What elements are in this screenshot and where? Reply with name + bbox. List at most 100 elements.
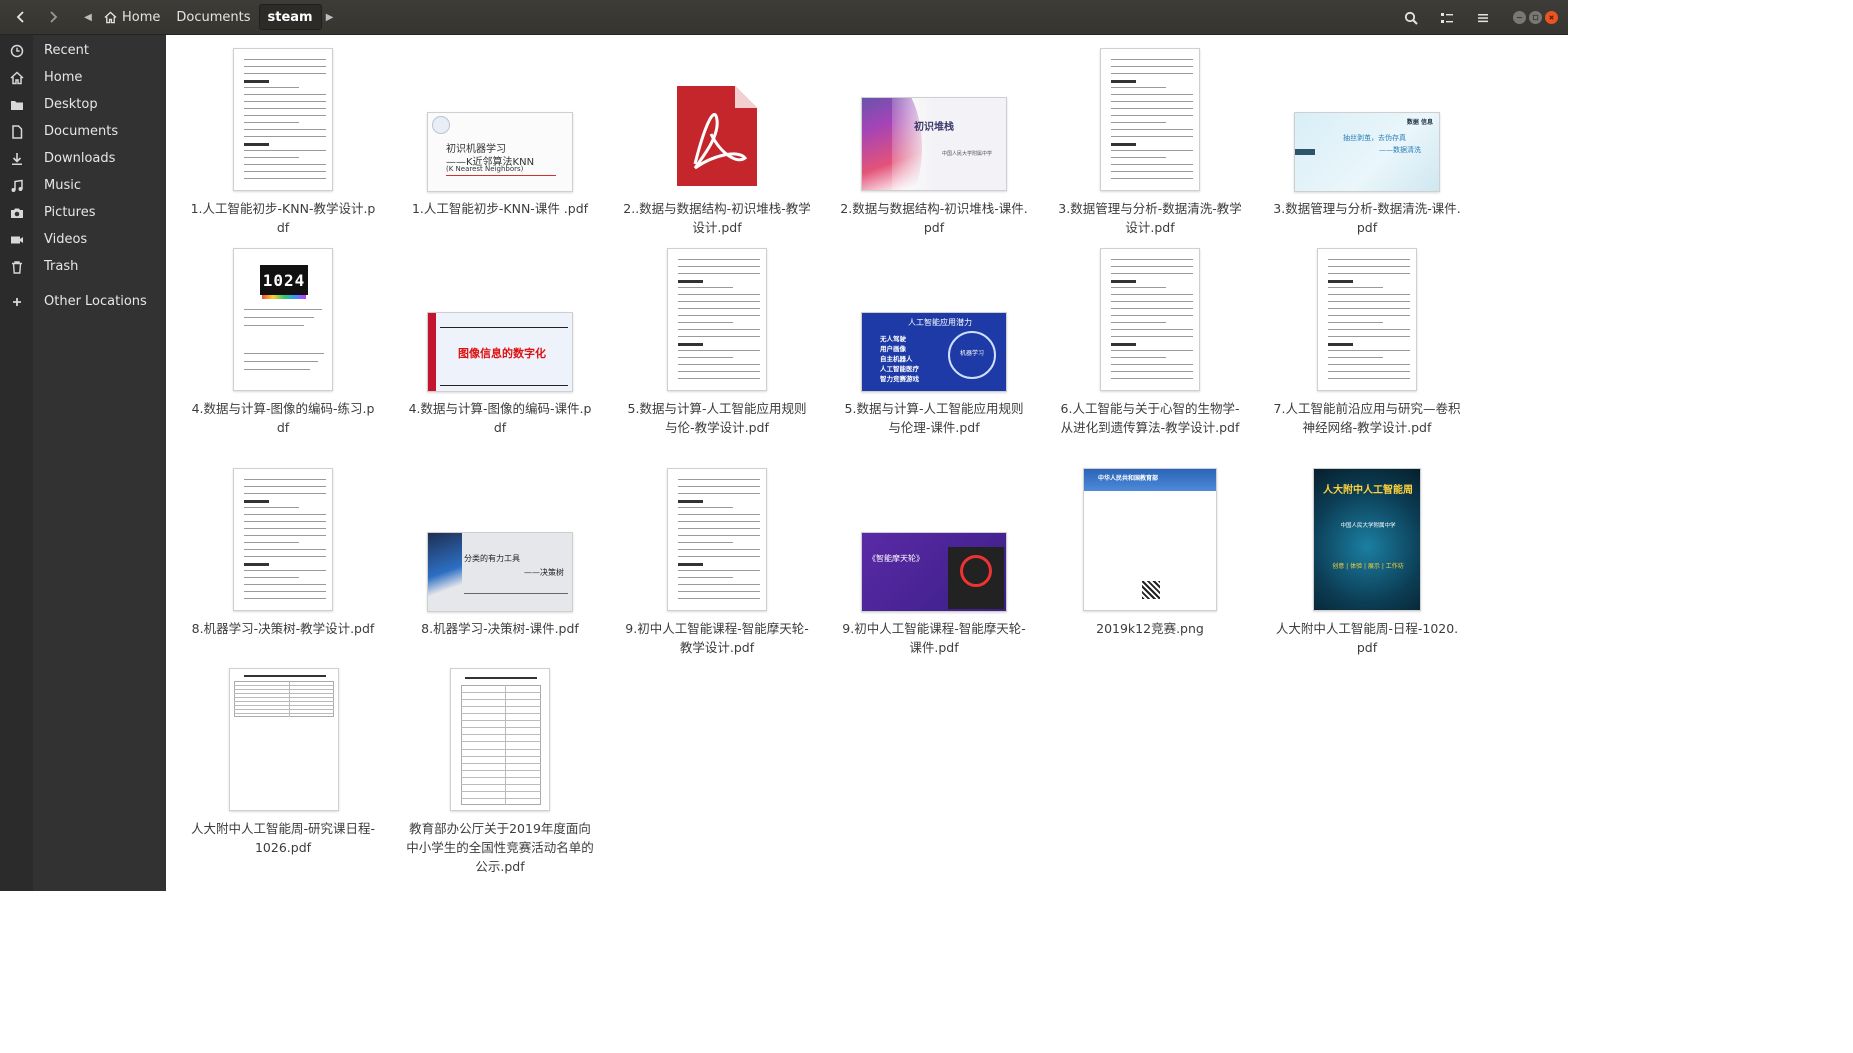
menu-button[interactable] [1469, 5, 1497, 31]
file-item[interactable]: 人大附中人工智能周 中国人民大学附属中学 创意 | 体验 | 展示 | 工作坊 人大附… [1267, 467, 1467, 657]
file-item[interactable]: 《智能摩天轮》 9.初中人工智能课程-智能摩天轮-课件.pdf [834, 467, 1034, 657]
home-icon [0, 70, 33, 85]
file-item[interactable]: 人大附中人工智能周-研究课日程-1026.pdf [183, 667, 383, 857]
file-name: 7.人工智能前沿应用与研究—卷积神经网络-教学设计.pdf [1273, 401, 1461, 435]
pdf-page-thumbnail [1100, 248, 1200, 391]
qr-code-image [1142, 581, 1160, 599]
breadcrumb-home[interactable]: Home [96, 4, 168, 30]
file-item[interactable]: 6.人工智能与关于心智的生物学-从进化到遗传算法-教学设计.pdf [1050, 247, 1250, 437]
home-icon [104, 11, 117, 24]
sidebar-item-label: Pictures [44, 205, 96, 220]
pdf-file-icon [675, 84, 759, 188]
file-item[interactable]: 2..数据与数据结构-初识堆栈-教学设计.pdf [617, 47, 817, 237]
breadcrumb-documents[interactable]: Documents [168, 4, 258, 30]
breadcrumb: ◀ Home Documents steam ▶ [80, 4, 338, 30]
search-icon [1404, 11, 1418, 25]
file-thumbnail: 中华人民共和国教育部 [1050, 467, 1250, 613]
breadcrumb-home-label: Home [122, 9, 161, 25]
header-bar: ◀ Home Documents steam ▶ [0, 0, 1568, 35]
video-icon [0, 233, 33, 247]
clock-icon [0, 44, 33, 58]
slide-thumbnail: 初识机器学习 ——K近邻算法KNN (K Nearest Neighbors) [427, 112, 573, 192]
slide-item: 用户画像 [880, 345, 906, 353]
file-item[interactable]: 人工智能应用潜力 无人驾驶 用户画像 自主机器人 人工智能医疗 智力竞赛游戏 机器学习 5.数… [834, 247, 1034, 437]
breadcrumb-scroll-right-icon[interactable]: ▶ [322, 4, 338, 30]
file-name: 5.数据与计算-人工智能应用规则与伦-教学设计.pdf [627, 401, 807, 435]
file-thumbnail: 初识机器学习 ——K近邻算法KNN (K Nearest Neighbors) [400, 47, 600, 193]
file-thumbnail [1267, 247, 1467, 393]
file-item[interactable]: 分类的有力工具 ——决策树 8.机器学习-决策树-课件.pdf [400, 467, 600, 638]
forward-button[interactable] [40, 4, 66, 30]
minimize-button[interactable] [1513, 11, 1526, 24]
sidebar-item-trash[interactable]: Trash [0, 253, 166, 280]
sidebar-item-pictures[interactable]: Pictures [0, 199, 166, 226]
file-name: 8.机器学习-决策树-教学设计.pdf [191, 621, 375, 636]
pdf-page-thumbnail [233, 48, 333, 191]
plus-icon [0, 295, 33, 309]
maximize-button[interactable] [1529, 11, 1542, 24]
slide-center: 机器学习 [960, 350, 985, 357]
file-item[interactable]: 3.数据管理与分析-数据清洗-教学设计.pdf [1050, 47, 1250, 237]
file-thumbnail [1050, 47, 1250, 193]
code-1024-image: 1024 [260, 265, 308, 295]
breadcrumb-steam[interactable]: steam [258, 4, 322, 30]
png-thumbnail: 中华人民共和国教育部 [1083, 468, 1217, 611]
file-thumbnail: 人大附中人工智能周 中国人民大学附属中学 创意 | 体验 | 展示 | 工作坊 [1267, 467, 1467, 613]
sidebar-item-videos[interactable]: Videos [0, 226, 166, 253]
slide-org: 中国人民大学附属中学 [942, 151, 993, 157]
file-thumbnail: 分类的有力工具 ——决策树 [400, 467, 600, 613]
file-item[interactable]: 图像信息的数字化 4.数据与计算-图像的编码-课件.pdf [400, 247, 600, 437]
download-icon [0, 152, 33, 166]
sidebar-item-recent[interactable]: Recent [0, 37, 166, 64]
slide-subtitle: ——决策树 [524, 568, 564, 577]
file-item[interactable]: 8.机器学习-决策树-教学设计.pdf [183, 467, 383, 638]
slide-title: 《智能摩天轮》 [868, 554, 924, 563]
file-thumbnail [617, 247, 817, 393]
file-item[interactable]: 1.人工智能初步-KNN-教学设计.pdf [183, 47, 383, 237]
file-item[interactable]: 7.人工智能前沿应用与研究—卷积神经网络-教学设计.pdf [1267, 247, 1467, 437]
file-name: 9.初中人工智能课程-智能摩天轮-教学设计.pdf [625, 621, 809, 655]
file-item[interactable]: 教育部办公厅关于2019年度面向中小学生的全国性竞赛活动名单的公示.pdf [400, 667, 600, 876]
sidebar-item-documents[interactable]: Documents [0, 118, 166, 145]
back-button[interactable] [8, 4, 34, 30]
search-button[interactable] [1397, 5, 1425, 31]
view-list-button[interactable] [1433, 5, 1461, 31]
sidebar-item-desktop[interactable]: Desktop [0, 91, 166, 118]
pdf-page-thumbnail [229, 668, 339, 811]
sidebar-item-label: Recent [44, 43, 89, 58]
pdf-page-thumbnail [667, 468, 767, 611]
file-thumbnail: 《智能摩天轮》 [834, 467, 1034, 613]
maximize-icon [1532, 14, 1539, 21]
sidebar-item-label: Downloads [44, 151, 116, 166]
pdf-page-thumbnail: 1024 [233, 248, 333, 391]
sidebar-item-other-locations[interactable]: Other Locations [0, 288, 166, 315]
file-item[interactable]: 初识机器学习 ——K近邻算法KNN (K Nearest Neighbors) 1.人… [400, 47, 600, 218]
poster-title: 人大附中人工智能周 [1323, 485, 1413, 496]
sidebar: Recent Home Desktop Documents Downloads Music… [0, 35, 166, 891]
sidebar-item-music[interactable]: Music [0, 172, 166, 199]
close-button[interactable] [1545, 11, 1558, 24]
file-name: 3.数据管理与分析-数据清洗-教学设计.pdf [1058, 201, 1242, 235]
file-item[interactable]: 中华人民共和国教育部 2019k12竞赛.png [1050, 467, 1250, 638]
sidebar-item-home[interactable]: Home [0, 64, 166, 91]
pdf-page-thumbnail [1100, 48, 1200, 191]
file-thumbnail [183, 47, 383, 193]
sidebar-item-downloads[interactable]: Downloads [0, 145, 166, 172]
file-item[interactable]: 数据 信息 抽丝剥茧，去伪存真 ——数据清洗 3.数据管理与分析-数据清洗-课件.pd… [1267, 47, 1467, 237]
breadcrumb-scroll-left-icon[interactable]: ◀ [80, 4, 96, 30]
slide-thumbnail: 《智能摩天轮》 [861, 532, 1007, 612]
file-thumbnail: 数据 信息 抽丝剥茧，去伪存真 ——数据清洗 [1267, 47, 1467, 193]
hamburger-icon [1478, 13, 1488, 22]
file-item[interactable]: 初识堆栈 中国人民大学附属中学 2.数据与数据结构-初识堆栈-课件.pdf [834, 47, 1034, 237]
file-item[interactable]: 5.数据与计算-人工智能应用规则与伦-教学设计.pdf [617, 247, 817, 437]
file-name: 4.数据与计算-图像的编码-练习.pdf [191, 401, 375, 435]
file-thumbnail: 1024 [183, 247, 383, 393]
slide-line: 抽丝剥茧，去伪存真 [1343, 134, 1406, 142]
slide-thumbnail: 数据 信息 抽丝剥茧，去伪存真 ——数据清洗 [1294, 112, 1440, 192]
file-item[interactable]: 9.初中人工智能课程-智能摩天轮-教学设计.pdf [617, 467, 817, 657]
slide-thumbnail: 分类的有力工具 ——决策树 [427, 532, 573, 612]
file-item[interactable]: 1024 4.数据与计算-图像的编码-练习.pdf [183, 247, 383, 437]
close-icon [1549, 15, 1554, 20]
trash-icon [0, 260, 33, 274]
slide-title: 人工智能应用潜力 [908, 318, 972, 327]
